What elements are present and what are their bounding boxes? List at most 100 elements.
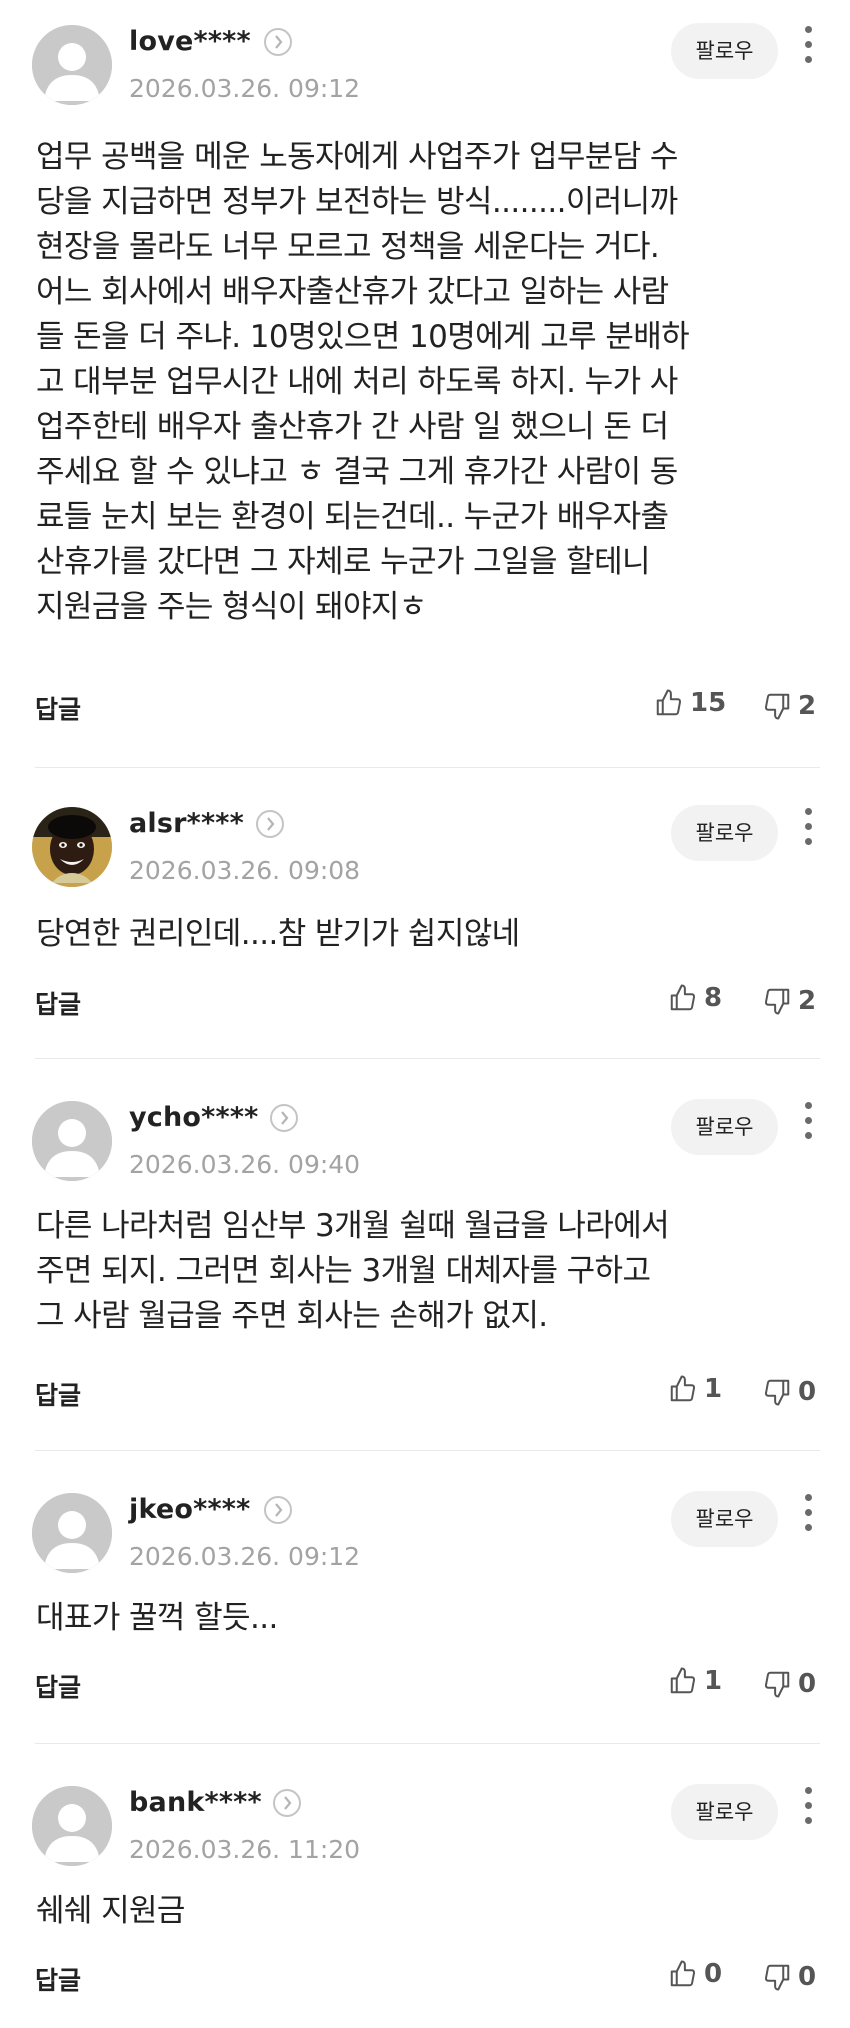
comment-body: 다른 나라처럼 임산부 3개월 쉴때 월급을 나라에서 주면 되지. 그러면 회… [36, 1204, 826, 1339]
more-vertical-icon[interactable] [796, 808, 820, 854]
reply-button[interactable]: 답글 [35, 1961, 81, 1997]
chevron-right-circle-icon[interactable] [256, 810, 284, 838]
comment-item: ycho**** 2026.03.26. 09:40 팔로우 다른 나라처럼 임… [0, 1076, 850, 1454]
comment-line: 주세요 할 수 있냐고 ㅎ 결국 그게 휴가간 사람이 동 [36, 454, 678, 490]
thumbs-down-icon [764, 693, 790, 720]
dislike-button[interactable]: 2 [762, 986, 816, 1016]
more-vertical-icon[interactable] [796, 26, 820, 72]
comment-line: 주면 되지. 그러면 회사는 3개월 대체자를 구하고 [36, 1253, 651, 1289]
comment-line: 어느 회사에서 배우자출산휴가 갔다고 일하는 사람 [36, 274, 669, 310]
like-count: 1 [704, 1666, 723, 1696]
avatar[interactable] [32, 1101, 112, 1181]
more-vertical-icon[interactable] [796, 1102, 820, 1148]
comment-line: 고 대부분 업무시간 내에 처리 하도록 하지. 누가 사 [36, 364, 678, 400]
comment-timestamp: 2026.03.26. 11:20 [129, 1835, 361, 1864]
comment-body: 쉐쉐 지원금 [36, 1889, 826, 1934]
comment-line: 대표가 꿀꺽 할듯... [36, 1600, 278, 1636]
comment-line: 현장을 몰라도 너무 모르고 정책을 세운다는 거다. [36, 229, 660, 265]
comment-line: 들 돈을 더 주냐. 10명있으면 10명에게 고루 분배하 [36, 319, 690, 355]
divider [35, 1450, 820, 1451]
comment-item: bank**** 2026.03.26. 11:20 팔로우 쉐쉐 지원금 답글… [0, 1761, 850, 2028]
like-count: 1 [704, 1374, 723, 1404]
thumbs-up-icon [656, 689, 682, 716]
comment-item: love**** 2026.03.26. 09:12 팔로우 업무 공백을 메운… [0, 0, 850, 770]
more-vertical-icon[interactable] [796, 1787, 820, 1833]
avatar[interactable] [32, 1786, 112, 1866]
thumbs-up-icon [670, 1960, 696, 1987]
comment-line: 당을 지급하면 정부가 보전하는 방식........이러니까 [36, 184, 678, 220]
like-button[interactable]: 8 [668, 983, 722, 1013]
comment-line: 업무 공백을 메운 노동자에게 사업주가 업무분담 수 [36, 139, 678, 175]
comment-line: 료들 눈치 보는 환경이 되는건데.. 누군가 배우자출 [36, 499, 669, 535]
like-button[interactable]: 1 [668, 1666, 722, 1696]
comment-line: 다른 나라처럼 임산부 3개월 쉴때 월급을 나라에서 [36, 1208, 670, 1244]
username[interactable]: love**** [129, 26, 251, 57]
comment-item: jkeo**** 2026.03.26. 09:12 팔로우 대표가 꿀꺽 할듯… [0, 1468, 850, 1746]
avatar[interactable] [32, 25, 112, 105]
comment-body: 대표가 꿀꺽 할듯... [36, 1596, 826, 1641]
username[interactable]: jkeo**** [129, 1494, 250, 1525]
thumbs-up-icon [670, 1375, 696, 1402]
like-button[interactable]: 1 [668, 1374, 722, 1404]
comment-line: 당연한 권리인데....참 받기가 쉽지않네 [36, 916, 520, 952]
default-avatar-icon [32, 25, 112, 105]
reply-button[interactable]: 답글 [35, 1376, 81, 1412]
username[interactable]: bank**** [129, 1787, 262, 1818]
comment-body: 업무 공백을 메운 노동자에게 사업주가 업무분담 수 당을 지급하면 정부가 … [36, 135, 826, 630]
dislike-button[interactable]: 0 [762, 1377, 816, 1407]
comment-timestamp: 2026.03.26. 09:12 [129, 74, 361, 103]
dislike-count: 2 [798, 986, 817, 1016]
like-count: 0 [704, 1959, 723, 1989]
more-vertical-icon[interactable] [796, 1494, 820, 1540]
avatar[interactable] [32, 1493, 112, 1573]
default-avatar-icon [32, 1101, 112, 1181]
follow-button[interactable]: 팔로우 [671, 23, 778, 79]
comment-line: 쉐쉐 지원금 [36, 1893, 185, 1929]
reply-button[interactable]: 답글 [35, 1668, 81, 1704]
reply-button[interactable]: 답글 [35, 985, 81, 1021]
thumbs-down-icon [764, 1379, 790, 1406]
dislike-button[interactable]: 2 [762, 691, 816, 721]
chevron-right-circle-icon[interactable] [270, 1104, 298, 1132]
thumbs-down-icon [764, 1964, 790, 1991]
comment-timestamp: 2026.03.26. 09:40 [129, 1150, 361, 1179]
thumbs-down-icon [764, 1671, 790, 1698]
dislike-count: 0 [798, 1669, 817, 1699]
like-button[interactable]: 0 [668, 1959, 722, 1989]
thumbs-up-icon [670, 984, 696, 1011]
follow-button[interactable]: 팔로우 [671, 1099, 778, 1155]
comment-body: 당연한 권리인데....참 받기가 쉽지않네 [36, 912, 826, 957]
follow-button[interactable]: 팔로우 [671, 1784, 778, 1840]
comment-item: alsr**** 2026.03.26. 09:08 팔로우 당연한 권리인데.… [0, 782, 850, 1060]
dislike-count: 0 [798, 1377, 817, 1407]
divider [35, 1743, 820, 1744]
photo-avatar-icon [32, 807, 112, 887]
dislike-count: 2 [798, 691, 817, 721]
username[interactable]: ycho**** [129, 1102, 258, 1133]
comment-timestamp: 2026.03.26. 09:08 [129, 856, 361, 885]
reply-button[interactable]: 답글 [35, 690, 81, 726]
thumbs-up-icon [670, 1667, 696, 1694]
dislike-button[interactable]: 0 [762, 1962, 816, 1992]
chevron-right-circle-icon[interactable] [264, 28, 292, 56]
divider [35, 767, 820, 768]
comment-line: 그 사람 월급을 주면 회사는 손해가 없지. [36, 1298, 548, 1334]
chevron-right-circle-icon[interactable] [273, 1789, 301, 1817]
comment-timestamp: 2026.03.26. 09:12 [129, 1542, 361, 1571]
comment-line: 업주한테 배우자 출산휴가 간 사람 일 했으니 돈 더 [36, 409, 669, 445]
username[interactable]: alsr**** [129, 808, 244, 839]
divider [35, 1058, 820, 1059]
chevron-right-circle-icon[interactable] [264, 1496, 292, 1524]
thumbs-down-icon [764, 988, 790, 1015]
dislike-count: 0 [798, 1962, 817, 1992]
avatar[interactable] [32, 807, 112, 887]
comment-line: 지원금을 주는 형식이 돼야지ㅎ [36, 589, 427, 625]
default-avatar-icon [32, 1493, 112, 1573]
dislike-button[interactable]: 0 [762, 1669, 816, 1699]
like-count: 15 [690, 688, 727, 718]
follow-button[interactable]: 팔로우 [671, 805, 778, 861]
comment-line: 산휴가를 갔다면 그 자체로 누군가 그일을 할테니 [36, 544, 651, 580]
like-button[interactable]: 15 [654, 688, 726, 718]
follow-button[interactable]: 팔로우 [671, 1491, 778, 1547]
like-count: 8 [704, 983, 723, 1013]
